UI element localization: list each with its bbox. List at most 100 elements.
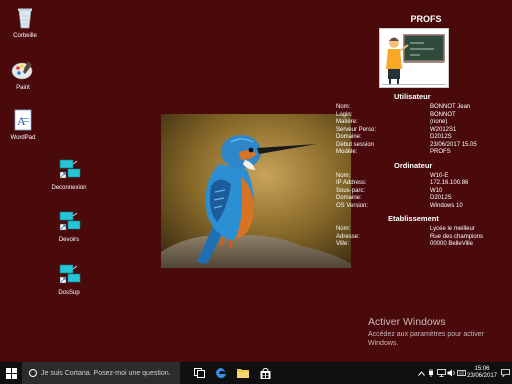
plug-icon	[429, 369, 433, 377]
user-subject-key: Matière:	[336, 119, 358, 125]
desktop-icon-deconnexion[interactable]: Deconnexion	[44, 158, 94, 192]
computer-os-row: OS Version: Windows 10	[336, 203, 506, 211]
user-model-key: Modèle:	[336, 149, 358, 155]
computer-os-key: OS Version:	[336, 202, 369, 209]
store-bag-icon	[260, 367, 270, 379]
cortana-circle-icon	[29, 369, 37, 377]
user-login-key: Login:	[336, 111, 353, 118]
user-section-title: Utilisateur	[394, 92, 431, 101]
edge-browser-icon	[216, 368, 226, 378]
taskbar-clock[interactable]: 15:06 23/06/2017	[466, 366, 498, 380]
paint-palette-icon	[11, 61, 33, 80]
keyboard-tray-button[interactable]	[456, 362, 466, 384]
user-domain-row: Domaine: D2012S	[336, 134, 506, 142]
school-name-row: Nom: Lycée le meilleur	[336, 226, 506, 234]
school-address-row: Adresse: Rue des champions	[336, 234, 506, 242]
network-shortcut-icon	[59, 211, 81, 231]
desktop-icon-wordpad[interactable]: A WordPad	[0, 108, 48, 142]
recycle-bin-label: Corbeille	[13, 33, 37, 39]
school-address-key: Adresse:	[336, 233, 360, 240]
edge-taskbar-button[interactable]	[210, 362, 232, 384]
chevron-up-icon	[417, 370, 425, 376]
user-session-start-row: Début session 23/06/2017 15.05	[336, 142, 506, 150]
deconnexion-label: Deconnexion	[51, 185, 87, 191]
devoirs-label: Devoirs	[58, 237, 80, 243]
desktop-icon-devoirs[interactable]: Devoirs	[44, 210, 94, 244]
cortana-search-box[interactable]: Je suis Cortana. Posez-moi une question.	[22, 362, 180, 384]
task-view-icon	[193, 368, 205, 378]
user-server-key: Serveur Perso:	[336, 126, 377, 133]
notification-icon	[500, 369, 510, 377]
computer-name-value: W10-E	[430, 172, 449, 179]
user-domain-value: D2012S	[430, 134, 452, 140]
recycle-bin-icon	[18, 8, 32, 29]
user-subject-row: Matière: (none)	[336, 119, 506, 127]
user-session-start-key: Début session	[336, 141, 375, 148]
task-view-button[interactable]	[188, 362, 210, 384]
activate-windows-watermark: Activer Windows Accédez aux paramètres p…	[368, 316, 508, 348]
computer-section-title: Ordinateur	[394, 160, 433, 170]
teacher-blackboard-image	[379, 28, 449, 88]
wordpad-icon: A	[14, 109, 32, 131]
school-name-key: Nom:	[336, 226, 351, 232]
computer-subpark-value: W10	[430, 187, 443, 194]
desktop-icon-paint[interactable]: Paint	[0, 58, 48, 92]
power-tray-button[interactable]	[426, 362, 436, 384]
clock-date: 23/06/2017	[466, 373, 498, 379]
session-info-panel: PROFS Utilisateur Nom: BONNOT Jean Login:…	[336, 14, 506, 249]
user-name-key: Nom:	[336, 104, 351, 110]
file-explorer-folder-icon	[237, 369, 249, 378]
user-name-row: Nom: BONNOT Jean	[336, 104, 506, 112]
computer-ip-row: IP Address: 172.16.100.86	[336, 180, 506, 188]
user-domain-key: Domaine:	[336, 134, 362, 140]
computer-name-key: Nom:	[336, 172, 351, 179]
network-shortcut-icon	[59, 159, 81, 179]
user-server-row: Serveur Perso: W2012S1	[336, 127, 506, 135]
system-tray: 15:06 23/06/2017	[416, 362, 512, 384]
panel-title: PROFS	[410, 14, 442, 24]
user-server-value: W2012S1	[430, 126, 457, 133]
start-button[interactable]	[0, 362, 22, 384]
school-section-title: Etablissement	[388, 214, 439, 223]
clock-time: 15:06	[474, 366, 490, 372]
paint-label: Paint	[16, 85, 30, 91]
windows-logo-icon	[5, 367, 17, 379]
user-model-value: PROFS	[430, 149, 451, 155]
school-address-value: Rue des champions	[430, 233, 484, 240]
cortana-search-placeholder: Je suis Cortana. Posez-moi une question.	[41, 369, 171, 377]
school-city-row: Ville: 00000 BelleVille	[336, 241, 506, 249]
computer-subpark-row: Sous-parc: W10	[336, 188, 506, 196]
activate-windows-title: Activer Windows	[368, 316, 446, 328]
user-login-value: BONNOT	[430, 111, 456, 118]
desktop-icon-dossup[interactable]: DosSup	[44, 263, 94, 297]
volume-tray-button[interactable]	[446, 362, 456, 384]
keyboard-icon	[456, 370, 466, 376]
computer-ip-key: IP Address:	[336, 180, 367, 186]
user-model-row: Modèle: PROFS	[336, 149, 506, 157]
computer-domain-key: Domaine:	[336, 195, 362, 201]
school-city-key: Ville:	[336, 241, 349, 247]
show-hidden-icons-button[interactable]	[416, 362, 426, 384]
user-session-start-value: 23/06/2017 15.05	[430, 141, 477, 148]
network-shortcut-icon	[59, 264, 81, 284]
computer-domain-value: D2012S	[430, 195, 452, 201]
computer-os-value: Windows 10	[430, 202, 463, 209]
computer-ip-value: 172.16.100.86	[430, 180, 469, 186]
computer-name-row: Nom: W10-E	[336, 173, 506, 181]
wallpaper-kingfisher-image	[161, 114, 351, 268]
speaker-icon	[447, 369, 455, 377]
computer-domain-row: Domaine: D2012S	[336, 195, 506, 203]
computer-subpark-key: Sous-parc:	[336, 187, 366, 194]
network-tray-button[interactable]	[436, 362, 446, 384]
file-explorer-taskbar-button[interactable]	[232, 362, 254, 384]
desktop-icon-recycle-bin[interactable]: Corbeille	[0, 6, 50, 40]
school-name-value: Lycée le meilleur	[430, 226, 475, 232]
activate-windows-subtitle: Accédez aux paramètres pour activer Wind…	[368, 331, 484, 347]
dossup-label: DosSup	[58, 290, 80, 296]
wordpad-label: WordPad	[10, 135, 36, 141]
action-center-button[interactable]	[498, 362, 512, 384]
user-subject-value: (none)	[430, 119, 448, 125]
school-city-value: 00000 BelleVille	[430, 241, 473, 247]
store-taskbar-button[interactable]	[254, 362, 276, 384]
network-monitor-icon	[436, 369, 446, 377]
